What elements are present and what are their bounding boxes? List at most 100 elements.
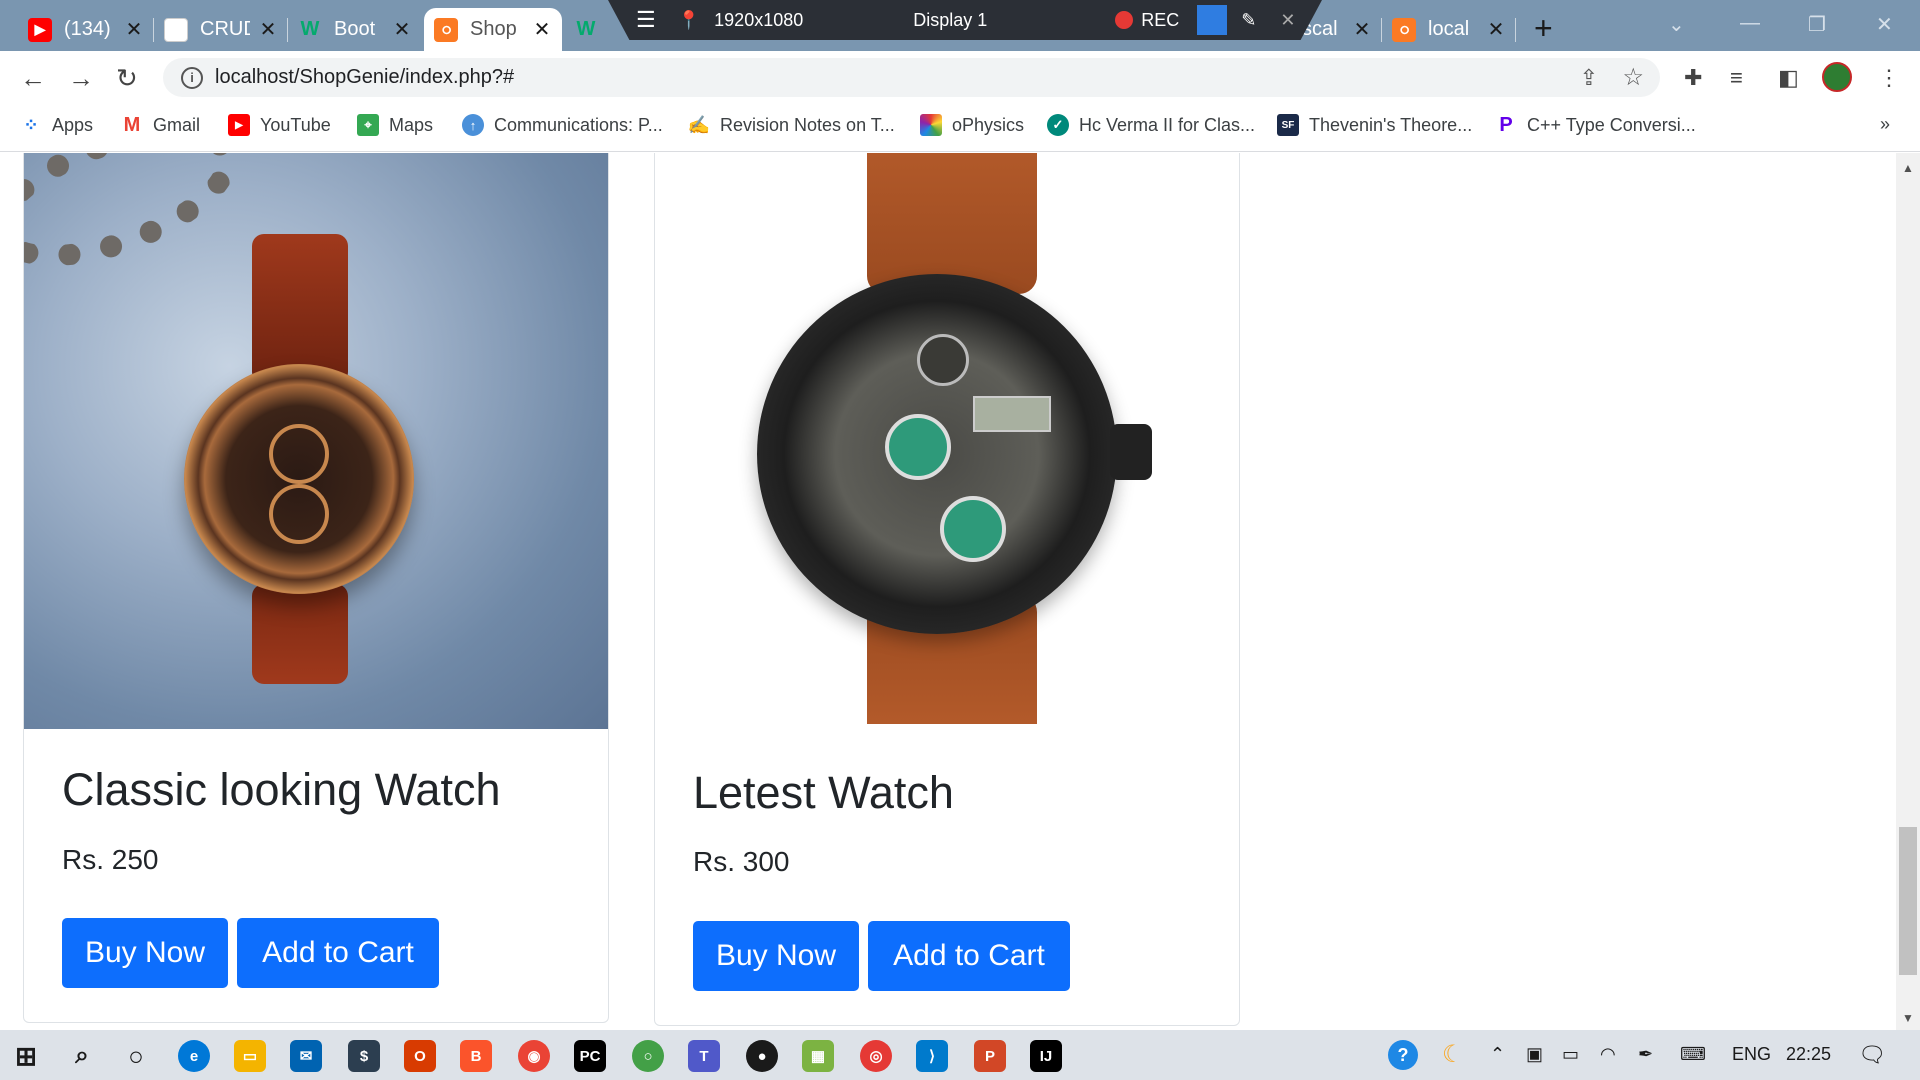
url-text: localhost/ShopGenie/index.php?# (215, 66, 515, 88)
powerpoint-icon[interactable]: P (974, 1040, 1006, 1072)
keyboard-icon[interactable]: ⌨ (1680, 1044, 1706, 1065)
forward-button[interactable]: → (68, 63, 94, 94)
w3schools-icon: W (576, 18, 596, 40)
bookmark-youtube[interactable]: ▶ YouTube (228, 114, 331, 136)
menu-icon[interactable]: ⋮ (1878, 65, 1900, 91)
tab-6[interactable]: ഠ local ✕ (1382, 8, 1516, 51)
tab-search-icon[interactable]: ⌄ (1668, 12, 1685, 37)
reload-button[interactable]: ↻ (116, 63, 138, 94)
restore-button[interactable]: ❐ (1808, 12, 1826, 37)
tab-4[interactable]: W (564, 8, 624, 51)
close-icon[interactable]: ✕ (392, 17, 412, 42)
scroll-up-icon[interactable]: ▲ (1902, 161, 1914, 175)
product-price: Rs. 300 (693, 846, 790, 877)
profile-avatar[interactable] (1822, 62, 1852, 92)
brave-icon[interactable]: B (460, 1040, 492, 1072)
edge-icon[interactable]: e (178, 1040, 210, 1072)
address-bar[interactable]: i localhost/ShopGenie/index.php?# ⇪ ☆ (163, 58, 1660, 97)
windows-taskbar: ⊞ ⌕ ○ e ▭ ✉ $ O B ◉ PC ○ T ● ▦ ◎ ⟩ P IJ … (0, 1030, 1920, 1080)
p-icon: P (1499, 113, 1513, 136)
bookmark-thevenin[interactable]: SF Thevenin's Theore... (1277, 114, 1472, 136)
notification-icon[interactable]: 🗨 (1858, 1042, 1886, 1068)
page-viewport: Classic looking Watch Rs. 250 Buy Now Ad… (0, 153, 1896, 1030)
meet-icon[interactable]: ▣ (1526, 1044, 1543, 1065)
back-button[interactable]: ← (20, 63, 46, 94)
language-indicator[interactable]: ENG (1732, 1044, 1771, 1065)
page-icon (164, 17, 188, 42)
new-tab-button[interactable]: + (1534, 10, 1553, 47)
teams-icon[interactable]: T (688, 1040, 720, 1072)
bookmark-label: oPhysics (952, 114, 1025, 135)
minimize-button[interactable]: — (1740, 12, 1760, 35)
menu-icon[interactable]: ☰ (636, 7, 656, 33)
xampp-icon: ഠ (1392, 17, 1416, 42)
close-icon[interactable]: ✕ (1486, 17, 1506, 42)
add-to-cart-button[interactable]: Add to Cart (868, 921, 1070, 991)
xampp-icon: ഠ (434, 17, 458, 42)
night-light-icon[interactable]: ☾ (1442, 1040, 1464, 1069)
bookmark-ophysics[interactable]: oPhysics (920, 114, 1024, 136)
tab-2[interactable]: W Boot ✕ (288, 8, 422, 51)
side-panel-icon[interactable]: ◧ (1778, 65, 1799, 91)
wifi-icon[interactable]: ◠ (1600, 1044, 1616, 1065)
buy-now-button[interactable]: Buy Now (62, 918, 228, 988)
close-icon[interactable]: ✕ (1280, 10, 1295, 31)
cash-app-icon[interactable]: $ (348, 1040, 380, 1072)
bookmark-hc-verma[interactable]: ✓ Hc Verma II for Clas... (1047, 114, 1255, 136)
file-explorer-icon[interactable]: ▭ (234, 1040, 266, 1072)
pen-icon[interactable]: ✎ (1241, 10, 1256, 31)
youtube-icon: ▶ (28, 17, 52, 42)
share-icon[interactable]: ⇪ (1580, 65, 1598, 91)
tab-3[interactable]: ഠ Shop ✕ (424, 8, 562, 51)
page-scrollbar[interactable]: ▲ ▼ (1896, 153, 1920, 1030)
pen-icon[interactable]: ✒ (1638, 1044, 1653, 1065)
rec-button[interactable]: REC (1141, 10, 1179, 31)
tab-title: Boot (334, 18, 376, 40)
bookmark-gmail[interactable]: M Gmail (121, 114, 200, 136)
tab-0[interactable]: ▶ (134) ✕ (18, 8, 154, 51)
battery-icon[interactable]: ▭ (1562, 1044, 1579, 1065)
close-window-button[interactable]: ✕ (1876, 12, 1893, 37)
close-icon[interactable]: ✕ (532, 17, 552, 42)
more-bookmarks-icon[interactable]: » (1880, 114, 1890, 135)
grid-app-icon[interactable]: ▦ (802, 1040, 834, 1072)
close-icon[interactable]: ✕ (124, 17, 144, 42)
bookmark-revision-notes[interactable]: ✍ Revision Notes on T... (688, 114, 895, 136)
tab-1[interactable]: CRUD ✕ (154, 8, 288, 51)
close-icon[interactable]: ✕ (258, 17, 278, 42)
buy-now-button[interactable]: Buy Now (693, 921, 859, 991)
bookmark-star-icon[interactable]: ☆ (1622, 63, 1644, 92)
windows-start-icon[interactable]: ⊞ (10, 1040, 42, 1072)
bookmark-communications[interactable]: ↑ Communications: P... (462, 114, 663, 136)
bookmark-apps[interactable]: ⁘ Apps (20, 114, 93, 136)
add-to-cart-button[interactable]: Add to Cart (237, 918, 439, 988)
ophysics-icon (920, 114, 942, 136)
cortana-icon[interactable]: ○ (120, 1040, 152, 1072)
chevron-up-icon[interactable]: ⌃ (1490, 1044, 1505, 1065)
site-info-icon[interactable]: i (181, 66, 203, 89)
pin-icon[interactable]: 📍 (678, 10, 700, 31)
office-icon[interactable]: O (404, 1040, 436, 1072)
capture-icon[interactable] (1197, 5, 1228, 35)
scrollbar-thumb[interactable] (1899, 827, 1917, 975)
bookmark-label: Maps (389, 114, 434, 135)
record-icon[interactable]: ● (746, 1040, 778, 1072)
help-icon[interactable]: ? (1388, 1040, 1418, 1070)
bookmark-cpp-type[interactable]: P C++ Type Conversi... (1495, 113, 1695, 136)
scroll-down-icon[interactable]: ▼ (1902, 1011, 1914, 1025)
circle-app-icon[interactable]: ○ (632, 1040, 664, 1072)
extensions-icon[interactable]: ✚ (1684, 65, 1702, 91)
chrome-icon[interactable]: ◉ (518, 1040, 550, 1072)
media-icon[interactable]: ≡ (1730, 65, 1743, 91)
bookmark-maps[interactable]: ⌖ Maps (357, 114, 433, 136)
vscode-icon[interactable]: ⟩ (916, 1040, 948, 1072)
product-title: Letest Watch (693, 767, 954, 818)
intellij-icon[interactable]: IJ (1030, 1040, 1062, 1072)
close-icon[interactable]: ✕ (1352, 17, 1372, 42)
clock[interactable]: 22:25 (1786, 1044, 1831, 1065)
target-app-icon[interactable]: ◎ (860, 1040, 892, 1072)
bookmark-label: Communications: P... (494, 114, 663, 135)
search-icon[interactable]: ⌕ (66, 1040, 98, 1072)
pycharm-icon[interactable]: PC (574, 1040, 606, 1072)
mail-icon[interactable]: ✉ (290, 1040, 322, 1072)
